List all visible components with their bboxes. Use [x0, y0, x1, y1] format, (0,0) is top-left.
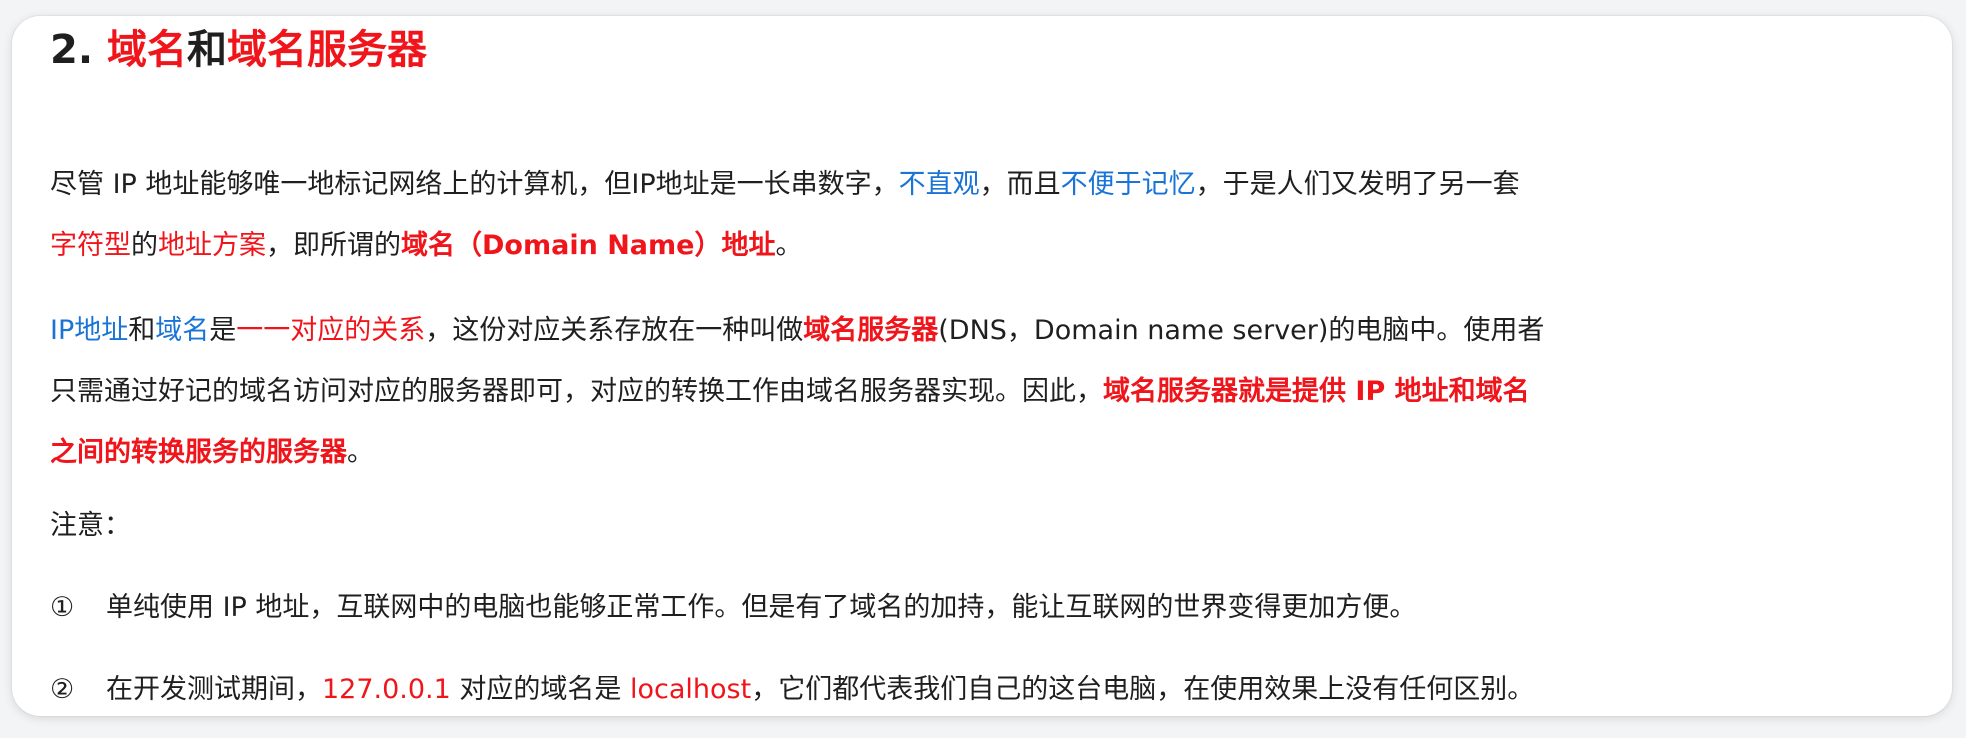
- list-item-text: 对应的域名是: [450, 674, 630, 705]
- text-run: ，这份对应关系存放在一种叫做: [425, 315, 804, 346]
- text-run: 。: [775, 230, 803, 261]
- list-item-text: ，它们都代表我们自己的这台电脑，在使用效果上没有任何区别。: [751, 674, 1535, 705]
- note-label: 注意：: [50, 510, 131, 541]
- text-run: 。: [347, 437, 374, 468]
- heading-conjunction: 和: [186, 27, 227, 73]
- paragraph-dns-line-3: 之间的转换服务的服务器。: [50, 422, 1544, 483]
- list-item-text: 单纯使用 IP 地址，互联网中的电脑也能够正常工作。但是有了域名的加持，能让互联…: [106, 592, 1417, 623]
- paragraph-dns-line-1: IP地址和域名是一一对应的关系，这份对应关系存放在一种叫做域名服务器(DNS，D…: [50, 300, 1544, 361]
- highlight-one-to-one: 一一对应的关系: [236, 315, 426, 346]
- highlight-not-intuitive: 不直观: [898, 169, 980, 200]
- heading-term-dns: 域名服务器: [226, 27, 427, 73]
- highlight-address-scheme: 地址方案: [158, 230, 266, 261]
- text-run: 的: [131, 230, 158, 261]
- highlight-character-type: 字符型: [50, 230, 131, 261]
- highlight-domain-name: 域名（Domain Name）地址: [401, 230, 776, 261]
- highlight-dns-definition: 域名服务器就是提供 IP 地址和域名: [1103, 376, 1530, 407]
- section-heading: 2. 域名和域名服务器: [50, 22, 427, 78]
- text-run: 是: [209, 315, 237, 346]
- highlight-ip-address: IP地址: [50, 315, 129, 346]
- list-item-1: ① 单纯使用 IP 地址，互联网中的电脑也能够正常工作。但是有了域名的加持，能让互…: [50, 588, 1416, 628]
- paragraph-intro-line-1: 尽管 IP 地址能够唯一地标记网络上的计算机，但IP地址是一长串数字，不直观，而…: [50, 154, 1520, 215]
- highlight-localhost: localhost: [630, 674, 752, 705]
- text-run: ，即所谓的: [266, 230, 401, 261]
- text-run: 和: [128, 315, 156, 346]
- paragraph-intro-line-2: 字符型的地址方案，即所谓的域名（Domain Name）地址。: [50, 215, 1520, 276]
- text-run: ，于是人们又发明了另一套: [1195, 169, 1520, 200]
- list-item-text: 在开发测试期间，: [106, 674, 322, 705]
- highlight-dns-definition-cont: 之间的转换服务的服务器: [50, 437, 347, 468]
- text-run: 尽管 IP 地址能够唯一地标记网络上的计算机，但IP地址是一长串数字，: [50, 169, 899, 200]
- text-run: ，而且: [979, 169, 1061, 200]
- document-card: 2. 域名和域名服务器 尽管 IP 地址能够唯一地标记网络上的计算机，但IP地址…: [12, 16, 1952, 716]
- list-item-2: ② 在开发测试期间，127.0.0.1 对应的域名是 localhost，它们都代…: [50, 670, 1534, 710]
- highlight-domain: 域名: [155, 315, 210, 346]
- highlight-hard-to-remember: 不便于记忆: [1060, 169, 1196, 200]
- paragraph-dns: IP地址和域名是一一对应的关系，这份对应关系存放在一种叫做域名服务器(DNS，D…: [50, 300, 1544, 483]
- list-marker: ②: [50, 674, 75, 705]
- highlight-dns-server: 域名服务器: [803, 315, 939, 346]
- highlight-loopback-ip: 127.0.0.1: [322, 674, 451, 705]
- paragraph-dns-line-2: 只需通过好记的域名访问对应的服务器即可，对应的转换工作由域名服务器实现。因此，域…: [50, 361, 1544, 422]
- heading-number: 2.: [50, 27, 107, 73]
- text-run: (DNS，Domain name server)的电脑中。使用者: [938, 315, 1545, 346]
- heading-term-domain: 域名: [106, 27, 187, 73]
- list-marker: ①: [50, 592, 75, 623]
- text-run: 只需通过好记的域名访问对应的服务器即可，对应的转换工作由域名服务器实现。因此，: [50, 376, 1103, 407]
- paragraph-intro: 尽管 IP 地址能够唯一地标记网络上的计算机，但IP地址是一长串数字，不直观，而…: [50, 154, 1520, 276]
